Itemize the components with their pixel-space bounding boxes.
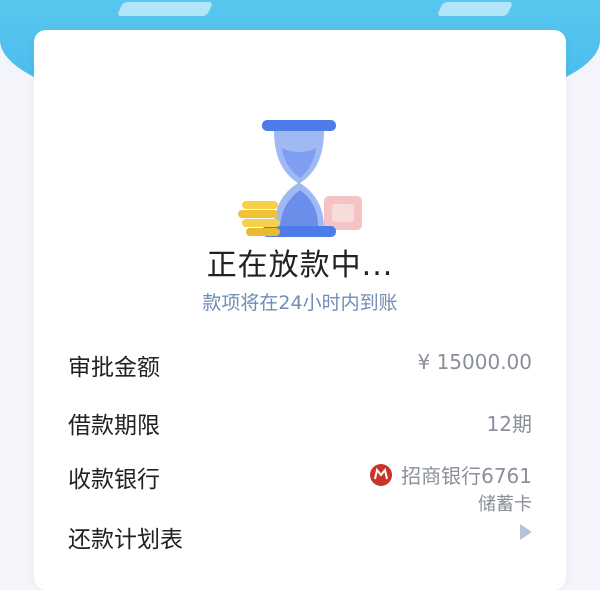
repayment-plan-row[interactable]: 还款计划表 (68, 514, 532, 558)
status-title: 正在放款中... (206, 248, 394, 283)
loan-status-card: 正在放款中... 款项将在24小时内到账 审批金额 ¥ 15000.00 借款期… (34, 30, 566, 590)
approved-amount-label: 审批金额 (68, 355, 160, 381)
loan-term-label: 借款期限 (68, 413, 160, 439)
cmb-bank-logo-icon (370, 463, 393, 486)
hourglass-coins-icon (238, 120, 362, 237)
card-type: 储蓄卡 (478, 494, 532, 515)
repayment-plan-label: 还款计划表 (68, 527, 183, 553)
chevron-right-icon[interactable] (520, 524, 532, 540)
status-subtitle: 款项将在24小时内到账 (202, 292, 398, 314)
bank-name: 招商银行6761 (401, 464, 532, 488)
approved-amount-value: ¥ 15000.00 (417, 350, 532, 374)
loan-term-row: 借款期限 12期 (68, 400, 532, 444)
bank-account: 招商银行6761 (369, 460, 532, 489)
approved-amount-row: 审批金额 ¥ 15000.00 (68, 342, 532, 386)
loan-term-value: 12期 (486, 412, 532, 436)
receiving-bank-label: 收款银行 (68, 467, 160, 493)
